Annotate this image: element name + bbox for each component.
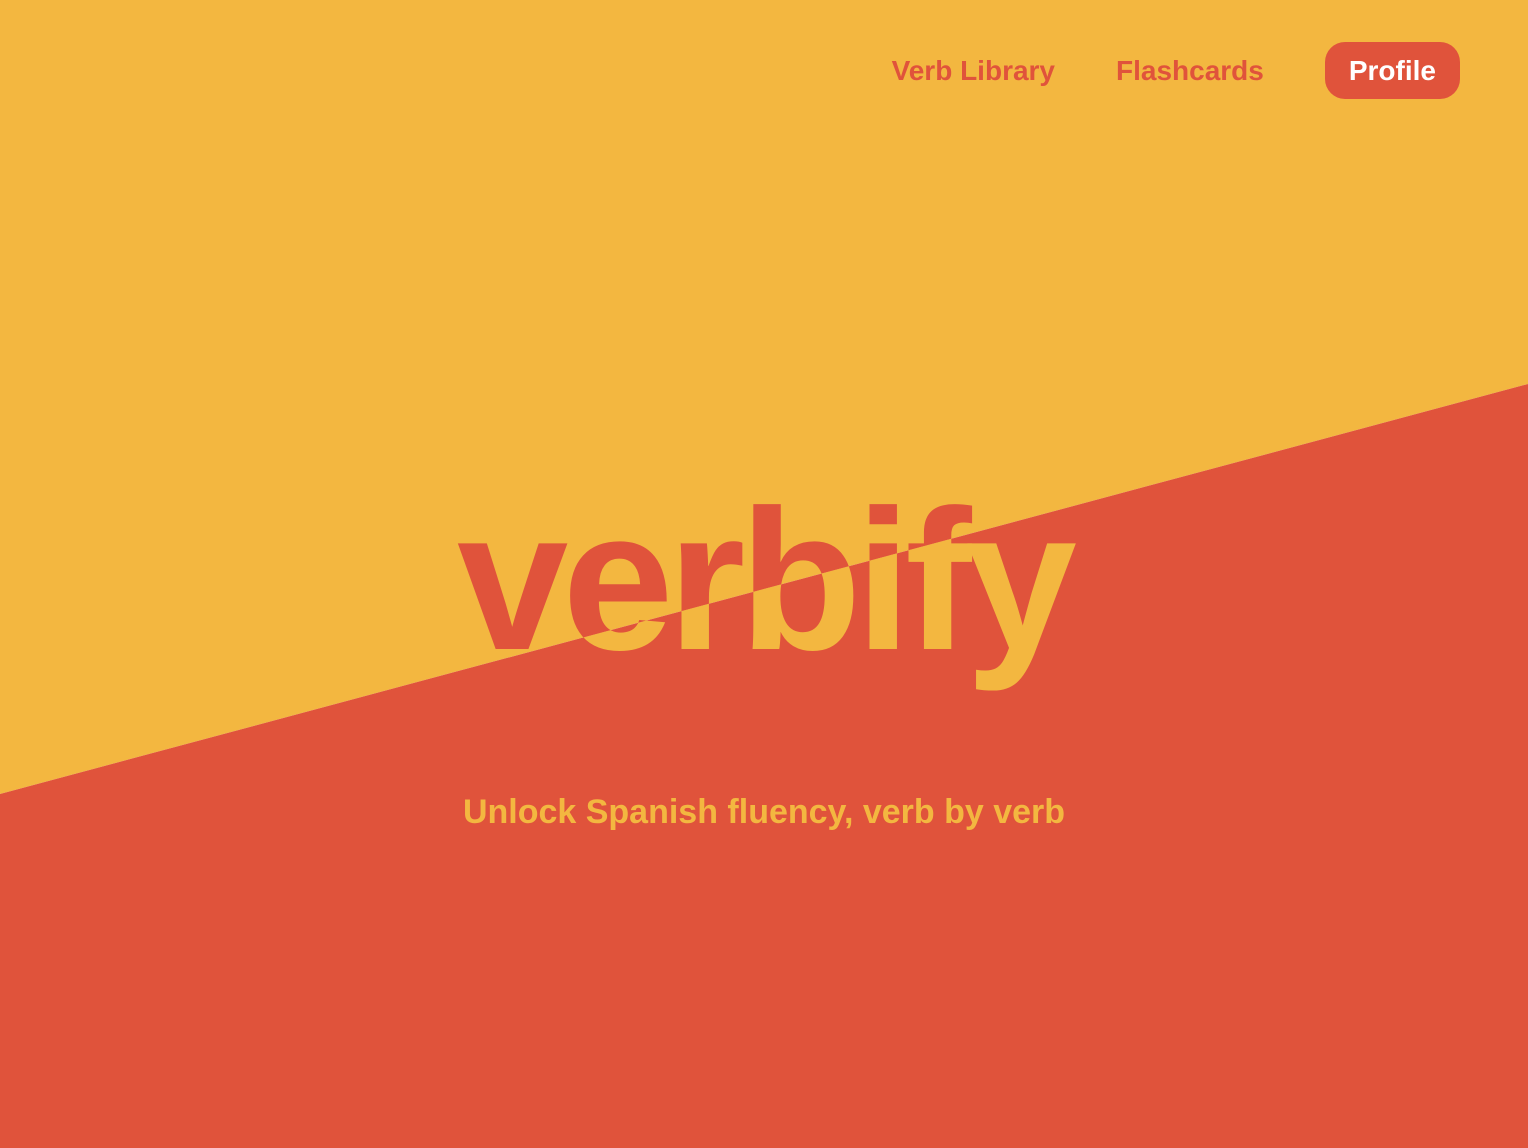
nav-link-verb-library[interactable]: Verb Library — [892, 55, 1055, 87]
hero-background: verbify verbify Unlock Spanish fluency, … — [0, 0, 1528, 1148]
tagline: Unlock Spanish fluency, verb by verb — [463, 793, 1065, 831]
profile-button[interactable]: Profile — [1324, 42, 1460, 99]
profile-button-label: Profile — [1348, 54, 1436, 86]
top-navigation: Verb Library Flashcards Profile — [892, 42, 1460, 99]
landing-page: verbify verbify Unlock Spanish fluency, … — [0, 0, 1528, 1148]
nav-link-flashcards[interactable]: Flashcards — [1116, 55, 1264, 87]
